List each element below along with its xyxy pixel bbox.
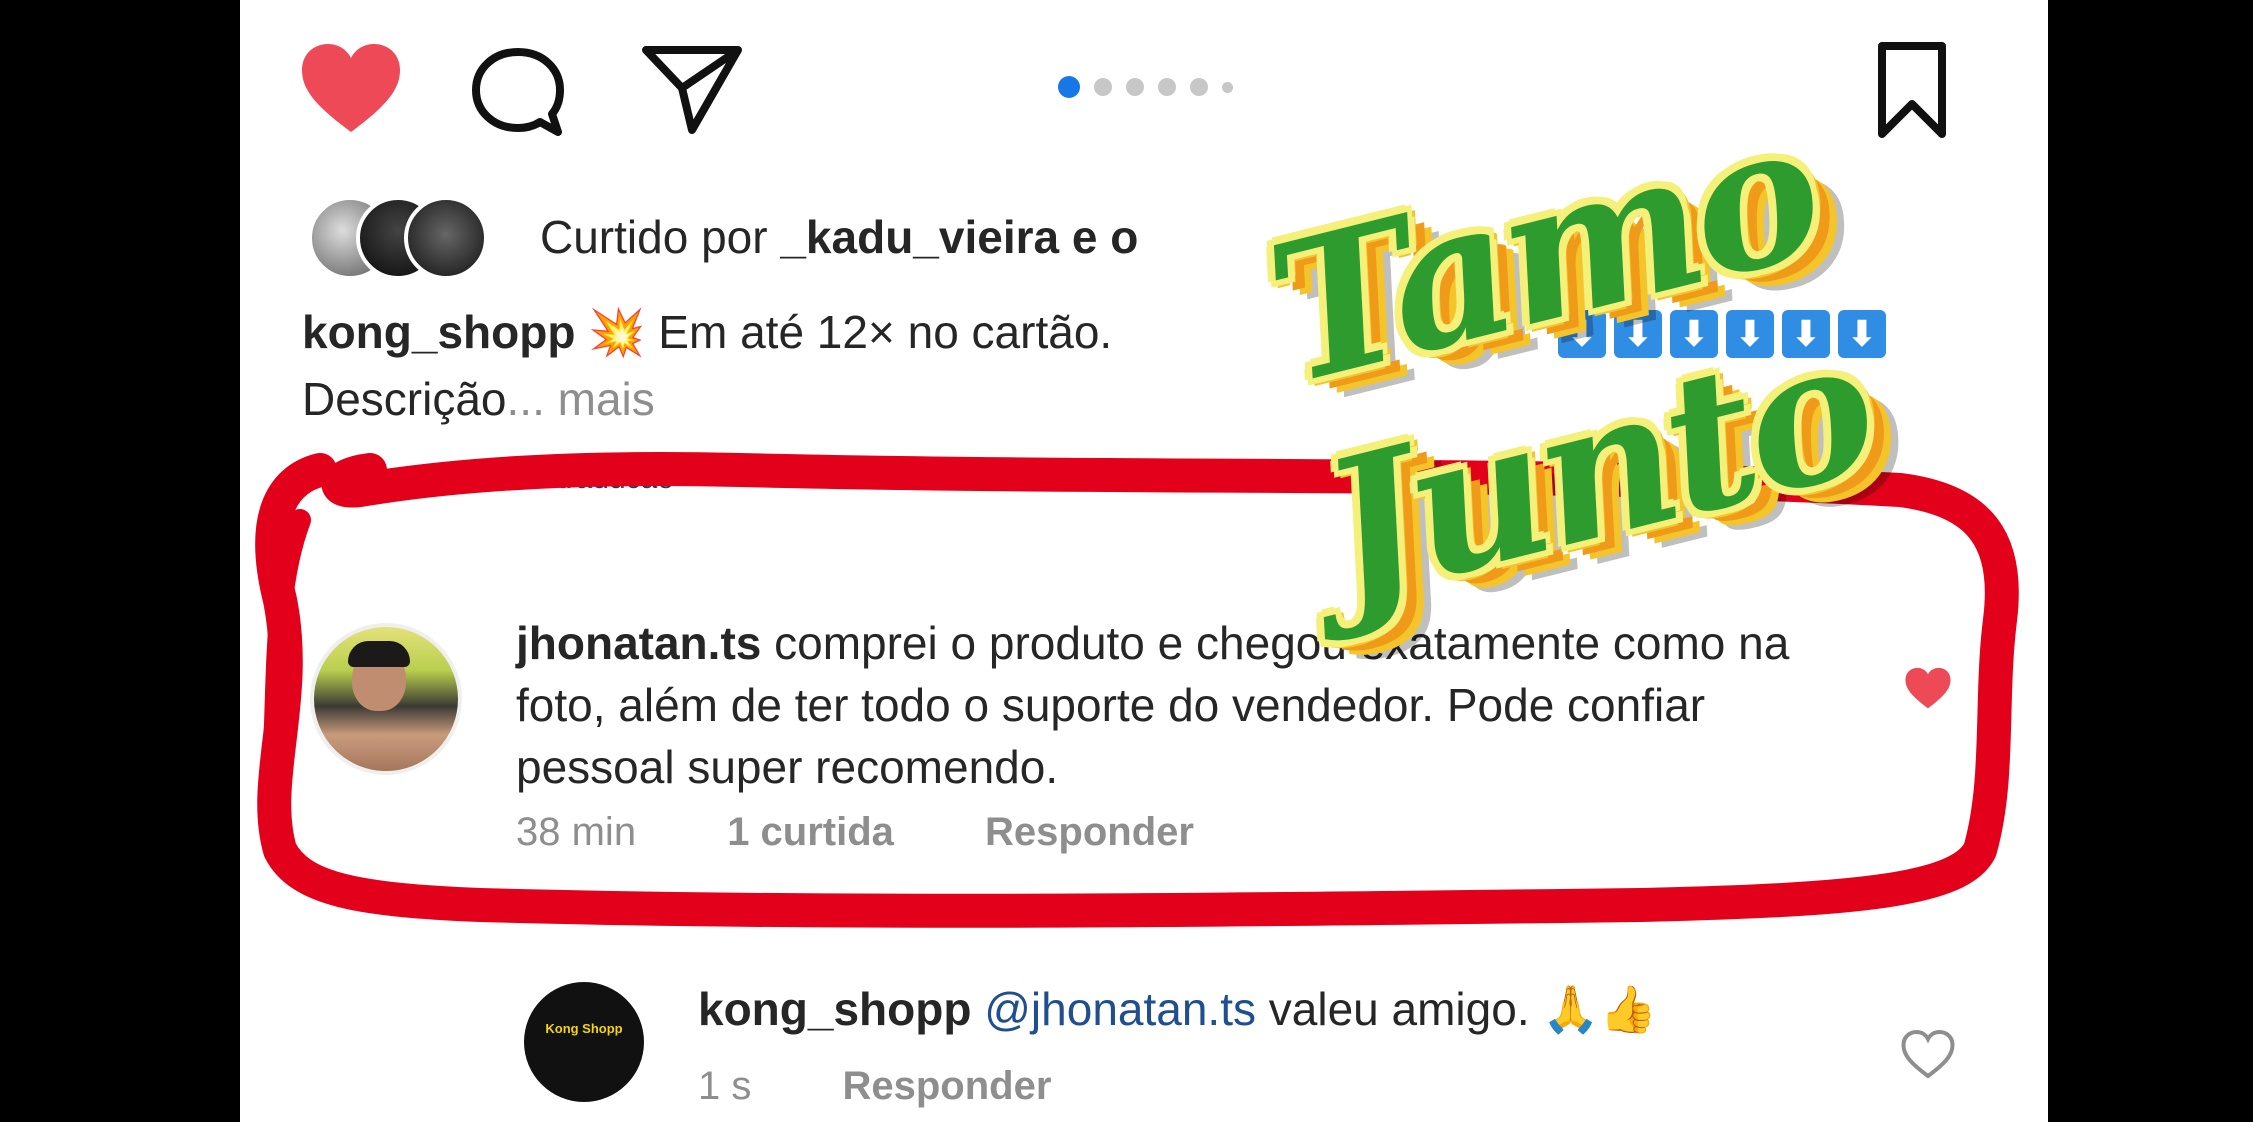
instagram-post-panel: Curtido por _kadu_vieira e o kong_shopp … xyxy=(240,0,2048,1122)
caption-more-link[interactable]: ... mais xyxy=(507,373,655,425)
comment-reply-button[interactable]: Responder xyxy=(985,810,1194,854)
liked-by-text[interactable]: Curtido por _kadu_vieira e o xyxy=(540,208,1138,268)
post-date: ovembro xyxy=(360,462,477,495)
reply-meta: 1 s Responder xyxy=(698,1064,1131,1109)
carousel-dot xyxy=(1158,78,1176,96)
reply-like-heart-icon[interactable] xyxy=(1900,1030,1956,1080)
comment-liked-heart-icon[interactable] xyxy=(1902,666,1954,712)
post-meta: ovembro • Ver traducão xyxy=(360,462,674,496)
liked-by-avatars[interactable] xyxy=(308,196,508,280)
sticker-text: Tamo Junto xyxy=(1249,77,1892,644)
caption-second-line: Descrição... mais xyxy=(302,370,655,430)
reply-mention[interactable]: @jhonatan.ts xyxy=(984,983,1256,1035)
meta-separator: • xyxy=(476,462,504,495)
comment-time: 38 min xyxy=(516,810,637,854)
carousel-dot xyxy=(1058,76,1080,98)
liked-by-user[interactable]: _kadu_vieira xyxy=(780,211,1059,263)
carousel-dot xyxy=(1126,78,1144,96)
carousel-dot xyxy=(1222,81,1233,93)
avatar xyxy=(404,196,488,280)
caption-text: Em até 12× no cartão. xyxy=(645,306,1113,358)
comment-icon[interactable] xyxy=(468,44,568,140)
translate-link[interactable]: Ver traducão xyxy=(504,462,674,495)
reply-reply-button[interactable]: Responder xyxy=(842,1064,1051,1108)
reply-username[interactable]: kong_shopp xyxy=(698,983,971,1035)
post-caption: kong_shopp 💥 Em até 12× no cartão. xyxy=(302,303,1112,363)
reply-time: 1 s xyxy=(698,1064,752,1108)
carousel-dot xyxy=(1094,78,1112,96)
comment-meta: 38 min 1 curtida Responder xyxy=(516,810,1274,855)
comment-like-count[interactable]: 1 curtida xyxy=(727,810,894,854)
avatar-hair xyxy=(348,641,410,667)
reply-body: kong_shopp @jhonatan.ts valeu amigo. 🙏👍 xyxy=(698,982,1657,1037)
caption-description: Descrição xyxy=(302,373,507,425)
comment-avatar[interactable] xyxy=(310,623,462,775)
reply-avatar[interactable]: Kong Shopp xyxy=(524,982,644,1102)
carousel-indicator xyxy=(1058,76,1233,98)
caption-username[interactable]: kong_shopp xyxy=(302,306,575,358)
reply-text: valeu amigo. xyxy=(1256,983,1543,1035)
comment-username[interactable]: jhonatan.ts xyxy=(516,617,761,669)
explosion-emoji-icon: 💥 xyxy=(588,306,646,358)
liked-by-prefix: Curtido por xyxy=(540,211,781,263)
kong-shopp-logo: Kong Shopp xyxy=(545,1021,623,1036)
like-heart-icon[interactable] xyxy=(296,40,406,140)
pray-thumbs-emoji-icon: 🙏👍 xyxy=(1542,983,1657,1035)
share-icon[interactable] xyxy=(640,42,744,138)
carousel-dot xyxy=(1190,78,1208,96)
